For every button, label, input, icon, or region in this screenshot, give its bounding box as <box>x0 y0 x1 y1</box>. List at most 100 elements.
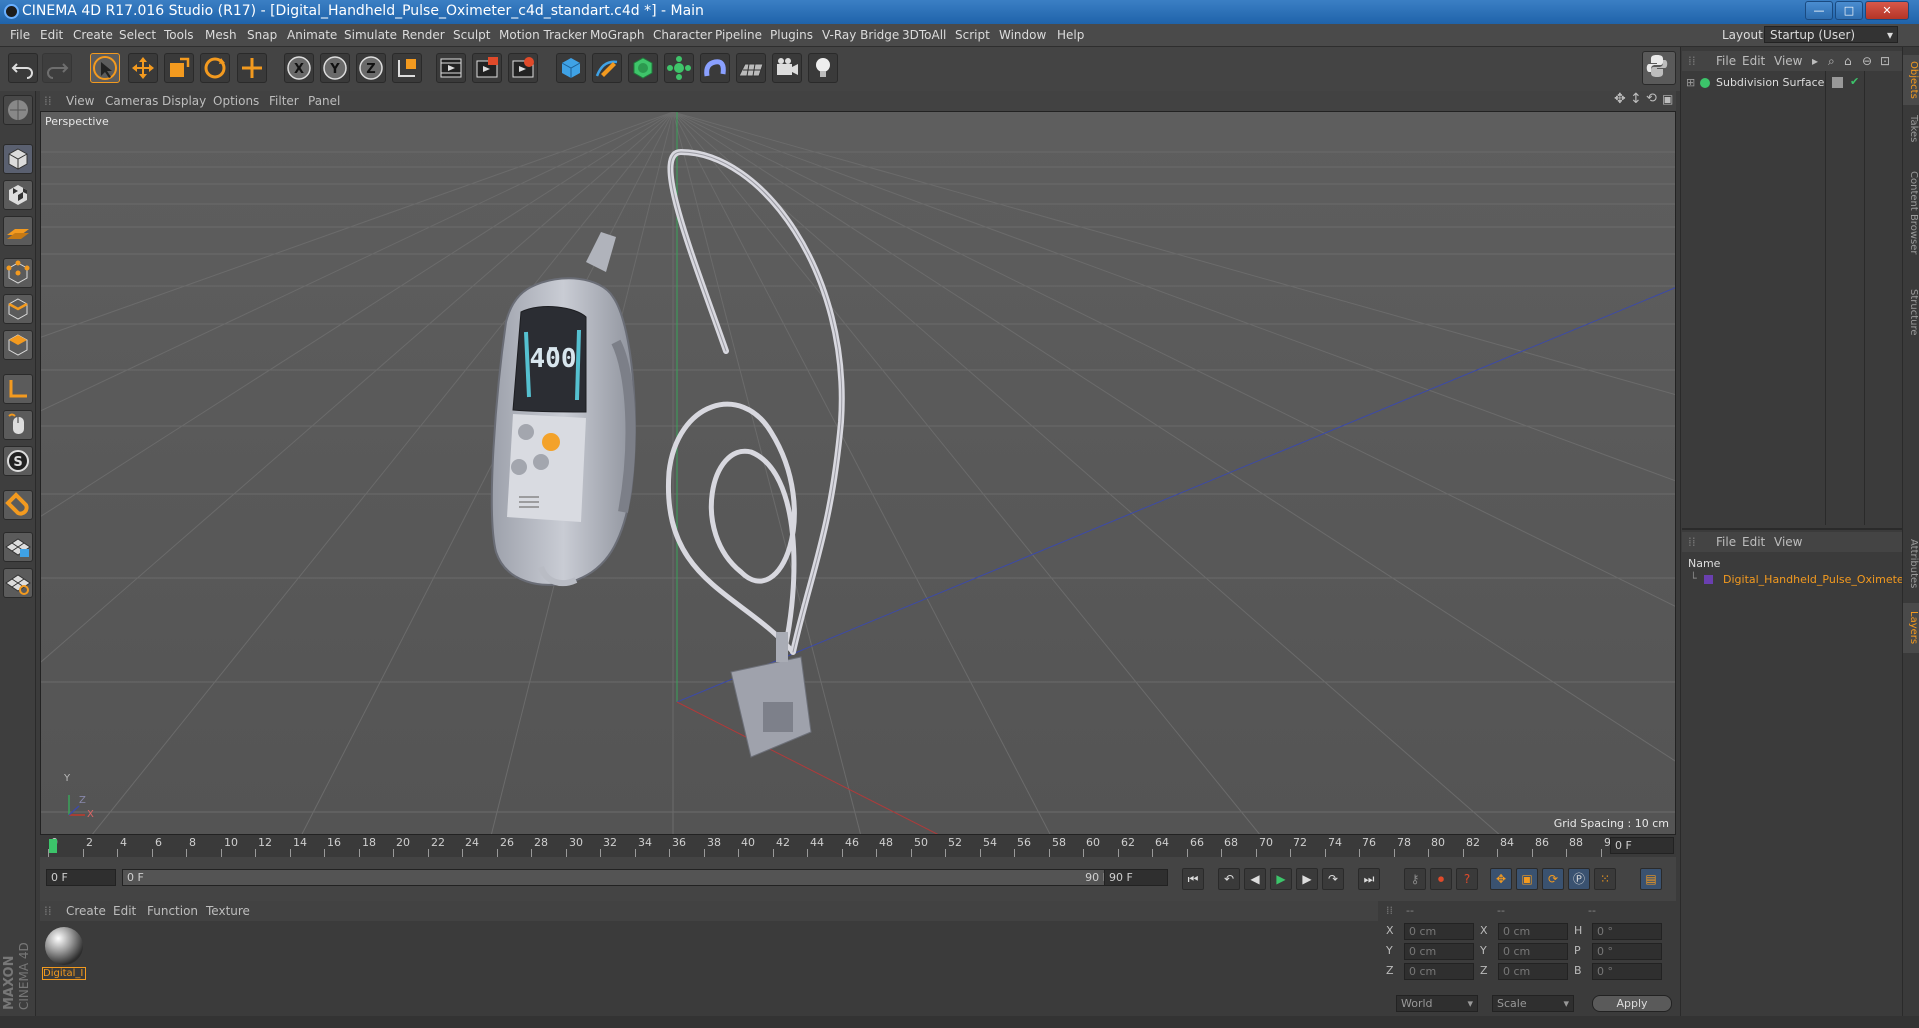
menu-vray-bridge[interactable]: V-Ray Bridge <box>822 28 899 42</box>
viewport-menu-options[interactable]: Options <box>213 94 259 108</box>
menu-snap[interactable]: Snap <box>247 28 277 42</box>
layer-color-icon[interactable] <box>1832 77 1843 88</box>
search-icon[interactable]: ⌕ <box>1828 54 1835 69</box>
minimize-button[interactable]: — <box>1805 1 1833 20</box>
go-to-end-button[interactable]: ⏭ <box>1358 868 1380 890</box>
camera-button[interactable] <box>772 53 802 83</box>
maximize-button[interactable]: □ <box>1835 1 1863 20</box>
render-settings-button[interactable] <box>508 53 538 83</box>
menu-render[interactable]: Render <box>402 28 445 42</box>
subdivision-button[interactable] <box>628 53 658 83</box>
scale-dropdown[interactable]: Scale ▾ <box>1492 995 1574 1012</box>
redo-button[interactable] <box>42 53 72 83</box>
material-menu-function[interactable]: Function <box>147 904 198 918</box>
home-icon[interactable]: ⌂ <box>1844 54 1852 68</box>
viewport-menu-view[interactable]: View <box>66 94 94 108</box>
coord-value-field[interactable]: 0 cm <box>1404 923 1474 940</box>
menu-pipeline[interactable]: Pipeline <box>715 28 762 42</box>
material-menu-create[interactable]: Create <box>66 904 106 918</box>
expand-icon[interactable]: ⊞ <box>1686 76 1695 89</box>
menu-edit[interactable]: Edit <box>40 28 63 42</box>
keyframe-selection-button[interactable]: ? <box>1456 868 1478 890</box>
menu-animate[interactable]: Animate <box>287 28 337 42</box>
tweak-mode-button[interactable] <box>3 410 33 440</box>
objects-menu-edit[interactable]: Edit <box>1742 54 1765 68</box>
point-level-key-button[interactable]: ⁙ <box>1594 868 1616 890</box>
add-button[interactable] <box>237 53 267 83</box>
coord-value-field[interactable]: 0 ° <box>1592 963 1662 980</box>
coord-value-field[interactable]: 0 cm <box>1404 943 1474 960</box>
tab-objects[interactable]: Objects <box>1903 55 1919 105</box>
menu-motion-tracker[interactable]: Motion Tracker <box>499 28 587 42</box>
menu-script[interactable]: Script <box>955 28 990 42</box>
render-picture-viewer-button[interactable] <box>472 53 502 83</box>
coordinate-system-button[interactable] <box>392 53 422 83</box>
auto-key-button[interactable]: ⏺ <box>1430 868 1452 890</box>
menu-sculpt[interactable]: Sculpt <box>453 28 490 42</box>
edges-mode-button[interactable] <box>3 294 33 324</box>
objects-menu-file[interactable]: File <box>1716 54 1736 68</box>
arrow-right-icon[interactable]: ▸ <box>1812 54 1818 68</box>
menu-tools[interactable]: Tools <box>164 28 194 42</box>
layers-menu-edit[interactable]: Edit <box>1742 535 1765 549</box>
viewport-menu-filter[interactable]: Filter <box>269 94 299 108</box>
coord-value-field[interactable]: 0 cm <box>1498 963 1568 980</box>
live-select-button[interactable] <box>90 53 120 83</box>
coord-value-field[interactable]: 0 cm <box>1498 923 1568 940</box>
tab-takes[interactable]: Takes <box>1903 109 1919 149</box>
layers-menu-view[interactable]: View <box>1774 535 1802 549</box>
menu-help[interactable]: Help <box>1057 28 1084 42</box>
menu-file[interactable]: File <box>10 28 30 42</box>
menu-select[interactable]: Select <box>119 28 156 42</box>
menu-create[interactable]: Create <box>73 28 113 42</box>
cube-button[interactable] <box>556 53 586 83</box>
menu-3dtoall[interactable]: 3DToAll <box>902 28 946 42</box>
z-axis-button[interactable]: Z <box>356 53 386 83</box>
cloner-button[interactable] <box>664 53 694 83</box>
material-swatch[interactable]: Digital_I <box>42 924 86 980</box>
menu-plugins[interactable]: Plugins <box>770 28 813 42</box>
coord-value-field[interactable]: 0 ° <box>1592 943 1662 960</box>
x-axis-button[interactable]: X <box>284 53 314 83</box>
layout-dropdown[interactable]: Startup (User) ▾ <box>1764 26 1898 43</box>
previous-key-button[interactable]: ↶ <box>1218 868 1240 890</box>
menu-mograph[interactable]: MoGraph <box>590 28 645 42</box>
new-window-icon[interactable]: ⊡ <box>1880 54 1890 68</box>
workplane-rotate-button[interactable] <box>3 568 33 598</box>
menu-simulate[interactable]: Simulate <box>344 28 397 42</box>
object-row-subdivision-surface[interactable]: ⊞ Subdivision Surface ✔ <box>1684 75 1900 93</box>
rotation-key-button[interactable]: ⟳ <box>1542 868 1564 890</box>
python-button[interactable] <box>1642 51 1676 85</box>
texture-mode-button[interactable] <box>3 180 33 210</box>
parameter-key-button[interactable]: Ⓟ <box>1568 868 1590 890</box>
tab-content-browser[interactable]: Content Browser <box>1903 153 1919 273</box>
solo-button[interactable]: S <box>3 446 33 476</box>
timeline-window-button[interactable]: ▤ <box>1640 868 1662 890</box>
coord-value-field[interactable]: 0 cm <box>1498 943 1568 960</box>
menu-character[interactable]: Character <box>653 28 712 42</box>
play-button[interactable]: ▶ <box>1270 868 1292 890</box>
polygons-mode-button[interactable] <box>3 330 33 360</box>
workplane-mode-button[interactable] <box>3 216 33 246</box>
pen-button[interactable] <box>592 53 622 83</box>
y-axis-button[interactable]: Y <box>320 53 350 83</box>
tab-attributes[interactable]: Attributes <box>1903 529 1919 599</box>
make-editable-button[interactable] <box>3 95 33 125</box>
snap-button[interactable] <box>3 490 33 520</box>
tab-layers[interactable]: Layers <box>1903 603 1919 653</box>
axis-mode-button[interactable] <box>3 374 33 404</box>
start-frame-field[interactable]: 0 F <box>46 869 116 886</box>
preview-range-slider[interactable]: 0 F 90 F <box>122 869 1126 886</box>
apply-button[interactable]: Apply <box>1592 995 1672 1012</box>
scale-button[interactable] <box>164 53 194 83</box>
coord-value-field[interactable]: 0 cm <box>1404 963 1474 980</box>
timeline-ruler[interactable]: 0246810121416182022242628303234363840424… <box>40 835 1676 857</box>
menu-window[interactable]: Window <box>999 28 1046 42</box>
viewport-maximize-icon[interactable]: ▣ <box>1662 92 1673 106</box>
light-button[interactable] <box>808 53 838 83</box>
end-frame-field[interactable]: 90 F <box>1104 869 1168 886</box>
coord-value-field[interactable]: 0 ° <box>1592 923 1662 940</box>
link-icon[interactable]: ⊖ <box>1862 54 1872 68</box>
model-mode-button[interactable] <box>3 144 33 174</box>
move-button[interactable] <box>128 53 158 83</box>
